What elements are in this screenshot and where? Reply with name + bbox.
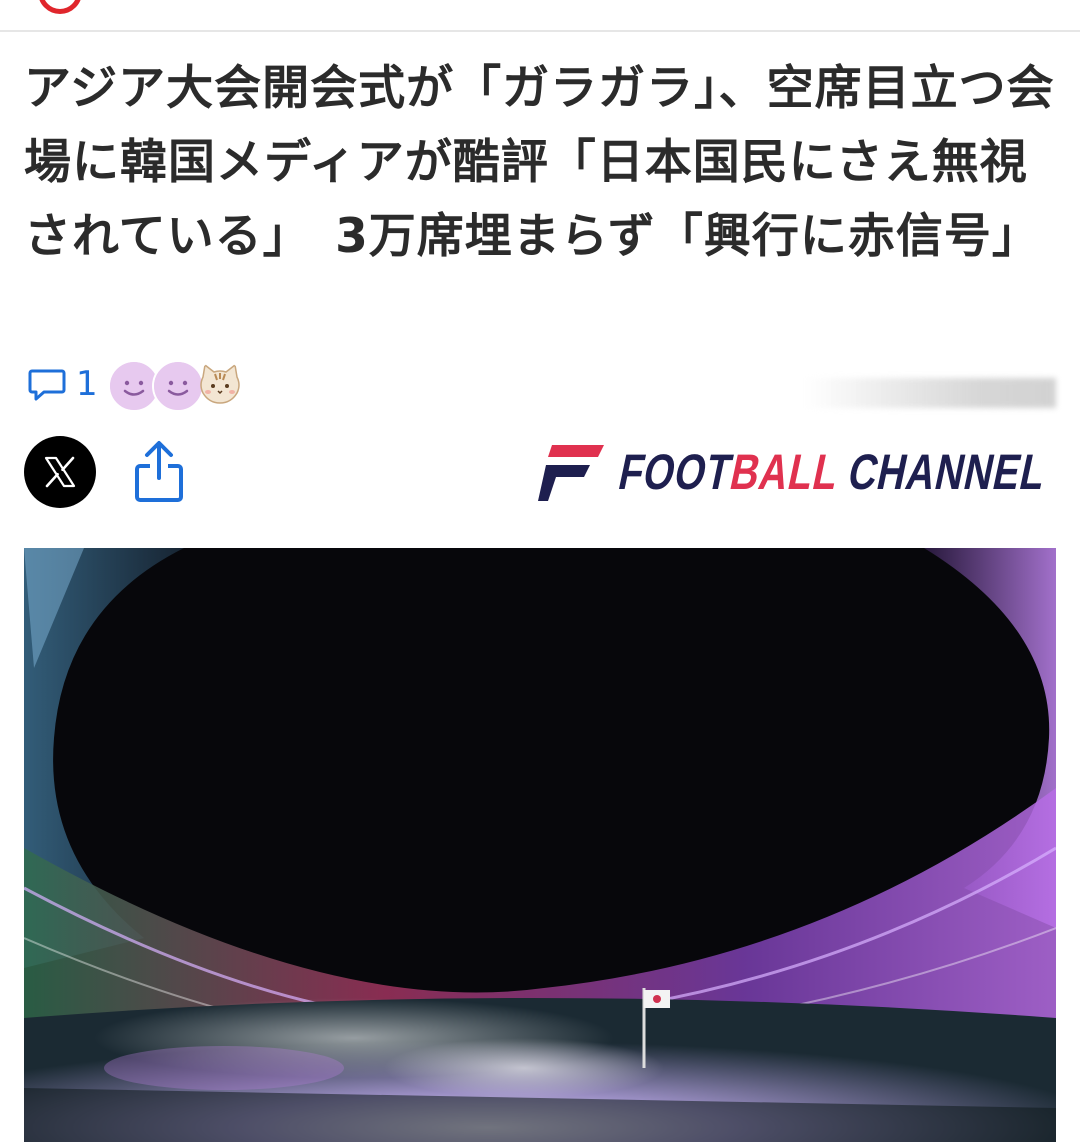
comment-button[interactable]: 1 [26,362,98,406]
article-headline: アジア大会開会式が「ガラガラ」、空席目立つ会場に韓国メディアが酷評「日本国民にさ… [24,61,1055,264]
stadium-photo [24,548,1056,1142]
share-upload-icon [135,441,183,502]
speech-bubble-icon [28,369,66,401]
article-meta-row: 1 [26,356,1056,412]
top-bar [0,0,1080,32]
blurred-timestamp [806,378,1056,408]
cat-face-icon [196,360,244,408]
share-row: FOOTBALL CHANNEL [24,436,1056,512]
x-logo-icon [44,456,76,488]
reaction-avatars[interactable] [108,358,268,412]
football-channel-logo[interactable]: FOOTBALL CHANNEL [538,438,1052,506]
logo-text-channel: CHANNEL [831,444,1052,500]
football-channel-f-icon [538,445,604,501]
site-logo-icon[interactable] [38,0,82,14]
football-channel-wordmark: FOOTBALL CHANNEL [614,443,1051,501]
logo-text-ball: BALL [725,444,844,500]
article-hero-image[interactable] [24,548,1056,1142]
share-button[interactable] [132,440,186,504]
comment-count: 1 [76,364,98,404]
logo-text-foot: FOOT [614,444,738,500]
x-share-button[interactable] [24,436,96,508]
